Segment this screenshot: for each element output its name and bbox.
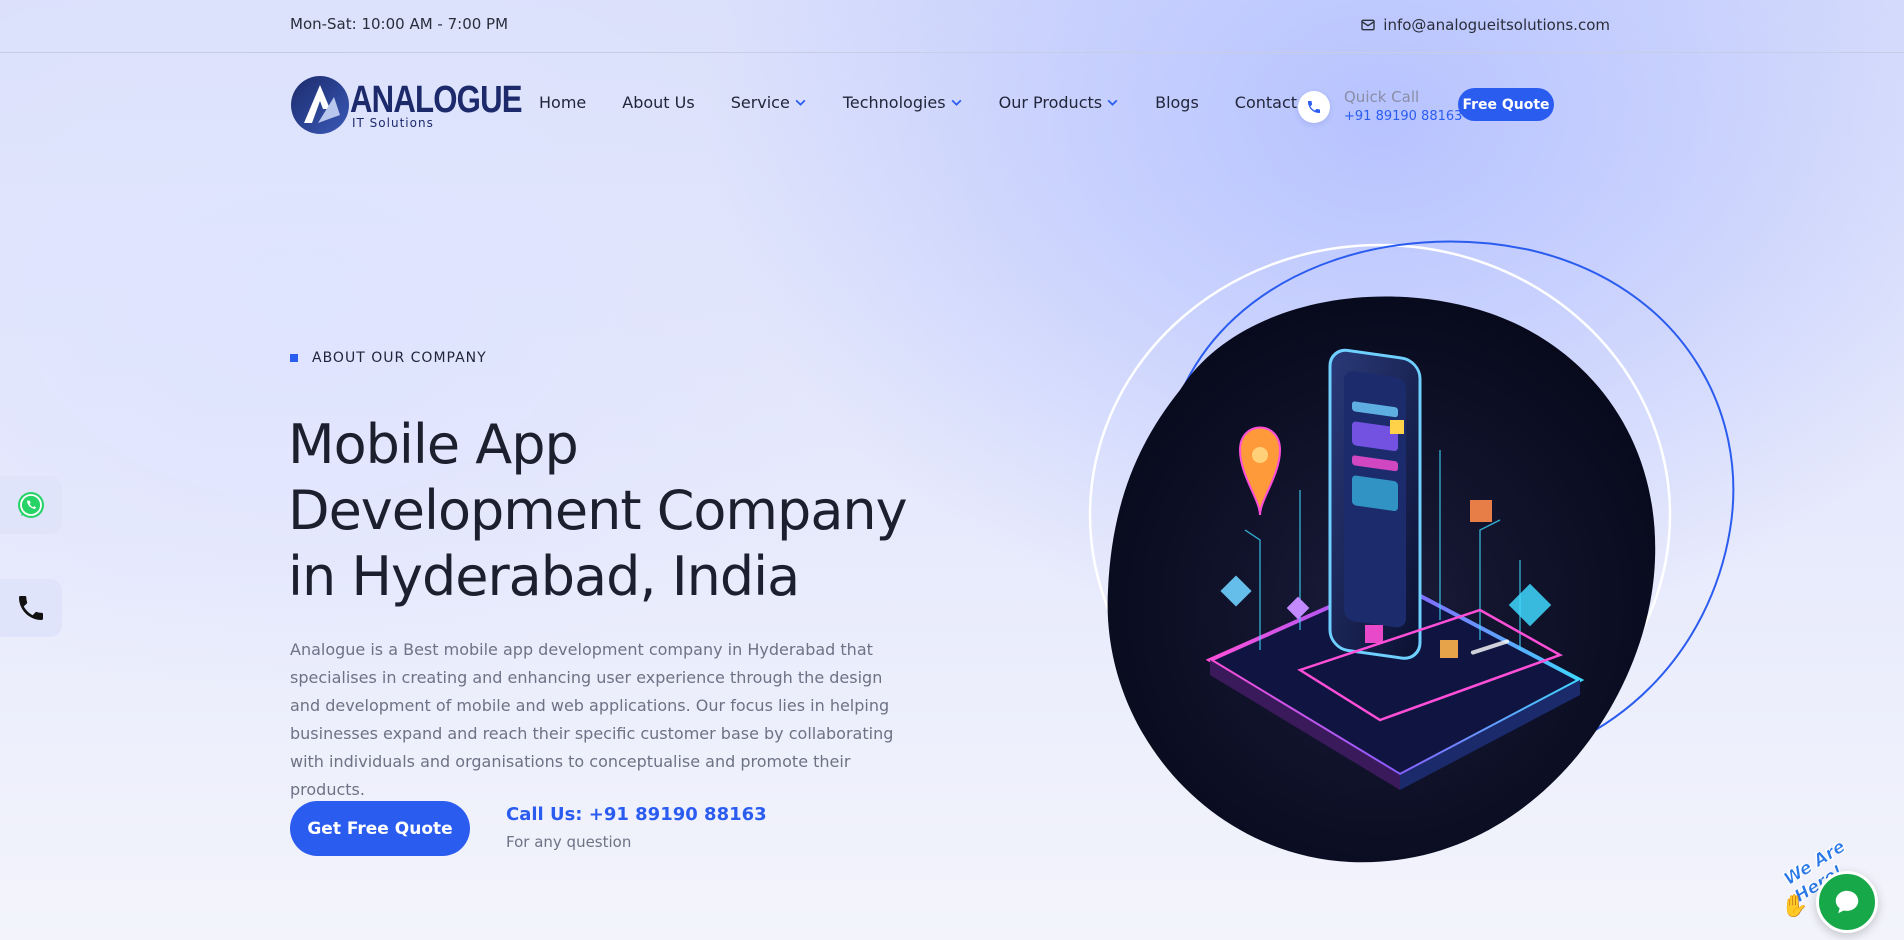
- brand-tagline: IT Solutions: [352, 116, 434, 130]
- chevron-down-icon: [1107, 99, 1118, 106]
- chevron-down-icon: [795, 99, 806, 106]
- call-us-subtext: For any question: [506, 833, 632, 851]
- business-hours: Mon-Sat: 10:00 AM - 7:00 PM: [290, 15, 509, 33]
- whatsapp-button[interactable]: [0, 476, 62, 534]
- hero-title: Mobile App Development Company in Hydera…: [288, 413, 908, 608]
- phone-icon: [19, 596, 43, 620]
- call-button[interactable]: [0, 579, 62, 637]
- eyebrow-text: ABOUT OUR COMPANY: [312, 350, 487, 366]
- logo[interactable]: ANALOGUE IT Solutions: [290, 75, 523, 135]
- nav-label: Blogs: [1155, 93, 1199, 112]
- nav-label: Technologies: [842, 93, 946, 112]
- call-us-block: Call Us: +91 89190 88163 For any questio…: [506, 804, 767, 851]
- quick-call-number[interactable]: +91 89190 88163: [1344, 109, 1462, 125]
- nav-item-blogs[interactable]: Blogs: [1155, 93, 1199, 112]
- section-eyebrow: ABOUT OUR COMPANY: [290, 350, 487, 366]
- nav-label: Contact: [1234, 93, 1298, 112]
- nav-label: Service: [730, 93, 790, 112]
- top-bar: Mon-Sat: 10:00 AM - 7:00 PM info@analogu…: [0, 0, 1904, 53]
- main-nav: Home About Us Service Technologies Our P…: [539, 93, 1333, 112]
- chat-widget-button[interactable]: [1816, 871, 1878, 933]
- hero-illustration: [1088, 240, 1735, 863]
- quick-call-label: Quick Call: [1344, 88, 1420, 106]
- analogue-logo-mark: [291, 76, 349, 134]
- waving-hand-icon: ✋: [1781, 894, 1809, 919]
- nav-label: Home: [539, 93, 587, 112]
- nav-label: About Us: [622, 93, 695, 112]
- nav-label: Our Products: [998, 93, 1103, 112]
- nav-item-contact[interactable]: Contact: [1235, 93, 1297, 112]
- hero-description: Analogue is a Best mobile app developmen…: [290, 640, 894, 799]
- nav-item-service[interactable]: Service: [731, 93, 807, 112]
- email-text: info@analogueitsolutions.com: [1383, 16, 1610, 34]
- free-quote-button[interactable]: Free Quote: [1458, 88, 1554, 121]
- call-us-link[interactable]: Call Us: +91 89190 88163: [506, 804, 767, 825]
- chat-bubble-icon: [1835, 890, 1859, 914]
- phone-icon: [1308, 100, 1320, 113]
- nav-item-our-products[interactable]: Our Products: [999, 93, 1119, 112]
- quick-call[interactable]: Quick Call +91 89190 88163: [1298, 88, 1462, 125]
- get-free-quote-button[interactable]: Get Free Quote: [290, 801, 470, 856]
- nav-item-about-us[interactable]: About Us: [622, 93, 694, 112]
- nav-item-technologies[interactable]: Technologies: [843, 93, 963, 112]
- envelope-icon: [1361, 19, 1375, 31]
- chevron-down-icon: [951, 99, 962, 106]
- quick-call-phone-icon: [1298, 90, 1330, 123]
- nav-item-home[interactable]: Home: [539, 93, 586, 112]
- email-link[interactable]: info@analogueitsolutions.com: [1360, 16, 1610, 34]
- whatsapp-icon: [18, 492, 44, 518]
- eyebrow-square-icon: [290, 354, 298, 362]
